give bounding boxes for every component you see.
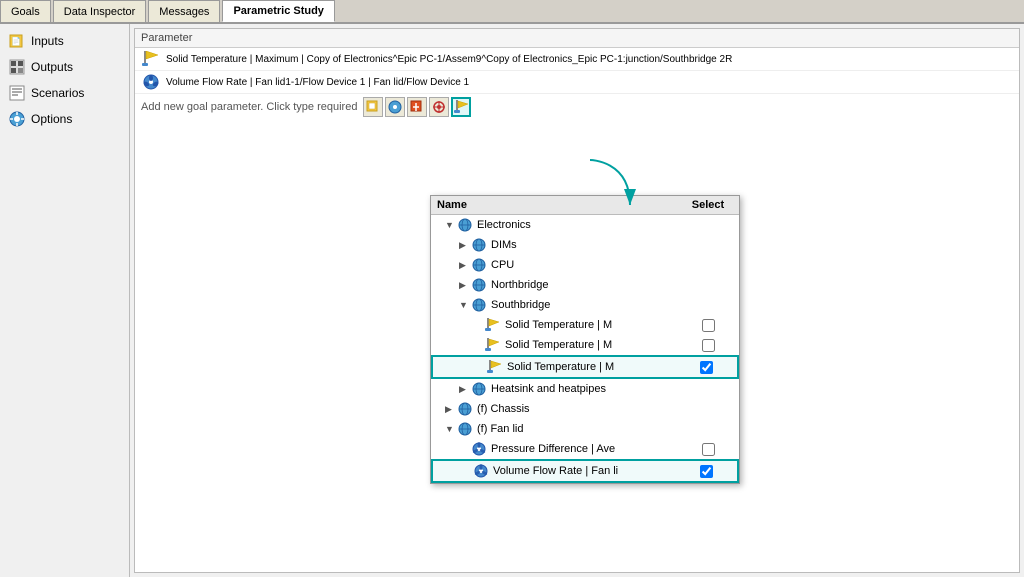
options-icon xyxy=(8,110,26,128)
param-row-solid-temp: Solid Temperature | Maximum | Copy of El… xyxy=(135,48,1019,71)
sidebar-item-outputs[interactable]: Outputs xyxy=(0,54,129,80)
param-type-btn-3[interactable] xyxy=(407,97,427,117)
tree-item-pressure-diff[interactable]: ▶ Pressure Difference | Ave xyxy=(431,439,739,459)
solid-temp-3-flag-icon xyxy=(487,359,503,375)
tree-item-chassis[interactable]: ▶ (f) Chassis xyxy=(431,399,739,419)
tree-item-solid-temp-2[interactable]: ▶ Solid Temperature | M xyxy=(431,335,739,355)
tree-item-solid-temp-3[interactable]: ▶ Solid Temperature | M xyxy=(431,355,739,379)
tree-item-southbridge[interactable]: ▼ Southbridge xyxy=(431,295,739,315)
inputs-icon: 📄 xyxy=(8,32,26,50)
panel-header: Parameter xyxy=(135,29,1019,48)
volume-flow-checkbox[interactable] xyxy=(700,465,713,478)
scenarios-icon xyxy=(8,84,26,102)
solid-temp-2-flag-icon xyxy=(485,337,501,353)
param-row-volume-flow: Volume Flow Rate | Fan lid1-1/Flow Devic… xyxy=(135,71,1019,94)
sidebar-item-inputs[interactable]: 📄 Inputs xyxy=(0,28,129,54)
tree-item-cpu[interactable]: ▶ CPU xyxy=(431,255,739,275)
southbridge-globe-icon xyxy=(471,297,487,313)
expand-fan-lid[interactable]: ▼ xyxy=(445,424,455,434)
flag-type-btn[interactable] xyxy=(451,97,471,117)
svg-text:📄: 📄 xyxy=(11,36,21,46)
expand-northbridge[interactable]: ▶ xyxy=(459,280,469,291)
volume-flow-fan-icon xyxy=(473,463,489,479)
northbridge-globe-icon xyxy=(471,277,487,293)
tab-goals[interactable]: Goals xyxy=(0,0,51,22)
col-select-header: Select xyxy=(683,199,733,211)
sidebar-item-options[interactable]: Options xyxy=(0,106,129,132)
add-parameter-row: Add new goal parameter. Click type requi… xyxy=(135,94,1019,120)
expand-dims[interactable]: ▶ xyxy=(459,240,469,251)
outputs-icon xyxy=(8,58,26,76)
tab-parametric-study[interactable]: Parametric Study xyxy=(222,0,334,22)
solid-temp-1-checkbox[interactable] xyxy=(702,319,715,332)
tree-item-heatsink[interactable]: ▶ Heatsink and heatpipes xyxy=(431,379,739,399)
dims-globe-icon xyxy=(471,237,487,253)
heatsink-globe-icon xyxy=(471,381,487,397)
pressure-diff-checkbox[interactable] xyxy=(702,443,715,456)
solid-temp-3-checkbox[interactable] xyxy=(700,361,713,374)
solid-temp-1-flag-icon xyxy=(485,317,501,333)
dropdown-header: Name Select xyxy=(431,196,739,215)
toolbar-icons xyxy=(363,97,471,117)
expand-chassis[interactable]: ▶ xyxy=(445,404,455,415)
tree-item-solid-temp-1[interactable]: ▶ Solid Temperature | M xyxy=(431,315,739,335)
electronics-globe-icon xyxy=(457,217,473,233)
pressure-diff-fan-icon xyxy=(471,441,487,457)
expand-electronics[interactable]: ▼ xyxy=(445,220,455,230)
expand-southbridge[interactable]: ▼ xyxy=(459,300,469,310)
solid-temp-2-checkbox[interactable] xyxy=(702,339,715,352)
tree-item-fan-lid[interactable]: ▼ (f) Fan lid xyxy=(431,419,739,439)
expand-cpu[interactable]: ▶ xyxy=(459,260,469,271)
tab-messages[interactable]: Messages xyxy=(148,0,220,22)
dropdown-panel: Name Select ▼ Electronics ▶ xyxy=(430,195,740,484)
sidebar-item-scenarios[interactable]: Scenarios xyxy=(0,80,129,106)
solid-temp-flag-icon xyxy=(141,51,161,67)
expand-heatsink[interactable]: ▶ xyxy=(459,384,469,395)
col-name-header: Name xyxy=(437,199,683,211)
tree-item-electronics[interactable]: ▼ Electronics xyxy=(431,215,739,235)
tab-data-inspector[interactable]: Data Inspector xyxy=(53,0,147,22)
param-type-btn-2[interactable] xyxy=(385,97,405,117)
main-container: Goals Data Inspector Messages Parametric… xyxy=(0,0,1024,577)
tab-bar: Goals Data Inspector Messages Parametric… xyxy=(0,0,1024,24)
fan-lid-globe-icon xyxy=(457,421,473,437)
param-type-btn-4[interactable] xyxy=(429,97,449,117)
tree-item-dims[interactable]: ▶ DIMs xyxy=(431,235,739,255)
volume-flow-fan-icon xyxy=(141,74,161,90)
tree-item-volume-flow[interactable]: ▶ Volume Flow Rate | Fan li xyxy=(431,459,739,483)
tree-item-northbridge[interactable]: ▶ Northbridge xyxy=(431,275,739,295)
chassis-globe-icon xyxy=(457,401,473,417)
param-type-btn-1[interactable] xyxy=(363,97,383,117)
cpu-globe-icon xyxy=(471,257,487,273)
sidebar: 📄 Inputs Outputs xyxy=(0,24,130,577)
